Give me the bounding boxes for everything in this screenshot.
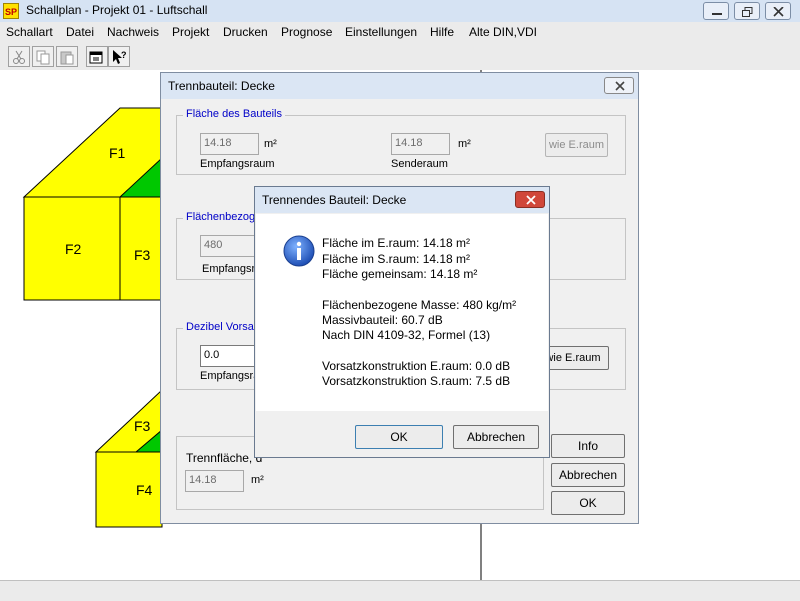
trennbauteil-dialog-titlebar: Trennbauteil: Decke bbox=[161, 73, 638, 99]
info-button[interactable]: Info bbox=[551, 434, 625, 458]
flaeche-group: Fläche des Bauteils 14.18 m² Empfangsrau… bbox=[176, 108, 626, 175]
flaeche-empfang-label: Empfangsraum bbox=[200, 158, 275, 170]
restore-button[interactable] bbox=[734, 2, 760, 20]
minimize-button[interactable] bbox=[703, 2, 729, 20]
context-help-button[interactable]: ? bbox=[108, 46, 130, 67]
dezibel-field[interactable]: 0.0 bbox=[200, 345, 259, 367]
flaeche-group-legend: Fläche des Bauteils bbox=[183, 108, 285, 120]
copy-button[interactable] bbox=[32, 46, 54, 67]
trennbauteil-ok-button[interactable]: OK bbox=[551, 491, 625, 515]
info-icon bbox=[283, 235, 315, 267]
menu-bar: Schallart Datei Nachweis Projekt Drucken… bbox=[0, 22, 800, 42]
flaeche-sende-label: Senderaum bbox=[391, 158, 448, 170]
menu-datei[interactable]: Datei bbox=[66, 25, 94, 39]
trennflaeche-unit: m² bbox=[251, 474, 264, 486]
app-logo-icon: SP bbox=[3, 3, 19, 19]
message-line-3: Fläche gemeinsam: 14.18 m² bbox=[322, 267, 478, 281]
menu-alte-din-vdi[interactable]: Alte DIN,VDI bbox=[469, 25, 537, 39]
cut-button[interactable] bbox=[8, 46, 30, 67]
paste-icon bbox=[60, 51, 74, 65]
message-line-2: Fläche im S.raum: 14.18 m² bbox=[322, 252, 471, 266]
dezibel-label: Empfangsra bbox=[200, 370, 260, 382]
properties-button[interactable] bbox=[86, 46, 108, 67]
menu-schallart[interactable]: Schallart bbox=[6, 25, 53, 39]
flaeche-wie-eraum-button[interactable]: wie E.raum bbox=[545, 133, 608, 157]
label-f4: F4 bbox=[136, 482, 153, 498]
svg-text:?: ? bbox=[121, 50, 127, 60]
masse-field[interactable]: 480 bbox=[200, 235, 259, 257]
help-pointer-icon: ? bbox=[113, 50, 127, 64]
message-ok-button[interactable]: OK bbox=[355, 425, 443, 449]
close-icon bbox=[615, 81, 625, 91]
menu-projekt[interactable]: Projekt bbox=[172, 25, 209, 39]
toolbar: ? bbox=[0, 42, 800, 71]
window-title: Schallplan - Projekt 01 - Luftschall bbox=[26, 3, 208, 17]
flaeche-empfang-field[interactable]: 14.18 bbox=[200, 133, 259, 155]
message-line-9: Vorsatzkonstruktion E.raum: 0.0 dB bbox=[322, 359, 511, 373]
menu-drucken[interactable]: Drucken bbox=[223, 25, 268, 39]
message-dialog-titlebar: Trennendes Bauteil: Decke bbox=[255, 187, 549, 213]
status-bar bbox=[0, 580, 800, 601]
menu-nachweis[interactable]: Nachweis bbox=[107, 25, 159, 39]
properties-icon bbox=[89, 51, 103, 64]
scissors-icon bbox=[13, 50, 25, 64]
close-icon bbox=[526, 195, 536, 205]
trennflaeche-field[interactable]: 14.18 bbox=[185, 470, 244, 492]
message-line-10: Vorsatzkonstruktion S.raum: 7.5 dB bbox=[322, 374, 511, 388]
message-line-5: Flächenbezogene Masse: 480 kg/m² bbox=[322, 298, 517, 312]
title-bar: SP Schallplan - Projekt 01 - Luftschall bbox=[0, 0, 800, 23]
menu-prognose[interactable]: Prognose bbox=[281, 25, 332, 39]
flaeche-sende-field[interactable]: 14.18 bbox=[391, 133, 450, 155]
label-f2: F2 bbox=[65, 241, 82, 257]
trennbauteil-close-button[interactable] bbox=[604, 77, 634, 94]
paste-button[interactable] bbox=[56, 46, 78, 67]
copy-icon bbox=[36, 50, 50, 65]
menu-hilfe[interactable]: Hilfe bbox=[430, 25, 454, 39]
trennflaeche-label: Trennfläche, d bbox=[186, 451, 263, 465]
masse-group-legend: Flächenbezoge bbox=[183, 211, 265, 223]
flaeche-sende-unit: m² bbox=[458, 138, 471, 150]
label-f3-lower: F3 bbox=[134, 418, 151, 434]
message-dialog-title: Trennendes Bauteil: Decke bbox=[262, 193, 407, 207]
flaeche-empfang-unit: m² bbox=[264, 138, 277, 150]
message-line-1: Fläche im E.raum: 14.18 m² bbox=[322, 236, 471, 250]
message-line-7: Nach DIN 4109-32, Formel (13) bbox=[322, 328, 491, 342]
trennbauteil-dialog-title: Trennbauteil: Decke bbox=[168, 79, 275, 93]
trennbauteil-abbrechen-button[interactable]: Abbrechen bbox=[551, 463, 625, 487]
menu-einstellungen[interactable]: Einstellungen bbox=[345, 25, 417, 39]
close-window-button[interactable] bbox=[765, 2, 791, 20]
message-close-button[interactable] bbox=[515, 191, 545, 208]
message-abbrechen-button[interactable]: Abbrechen bbox=[453, 425, 539, 449]
label-f1: F1 bbox=[109, 145, 126, 161]
masse-label: Empfangsra bbox=[202, 263, 262, 275]
message-line-6: Massivbauteil: 60.7 dB bbox=[322, 313, 443, 327]
label-f3: F3 bbox=[134, 247, 151, 263]
